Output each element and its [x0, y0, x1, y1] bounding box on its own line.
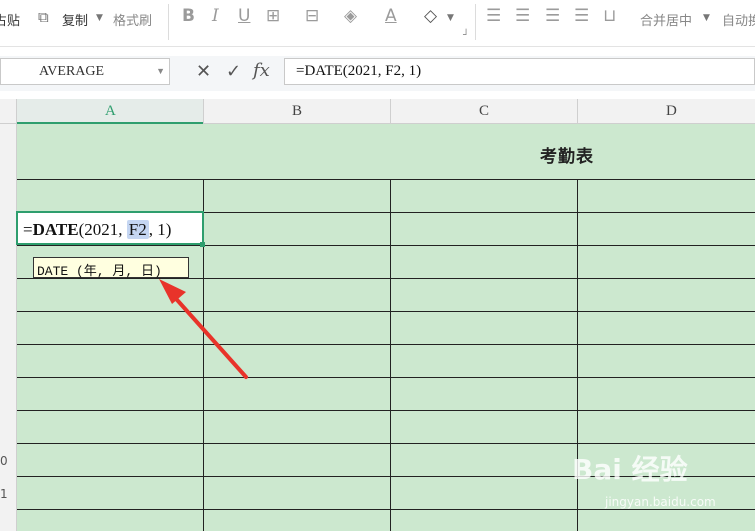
active-cell-editor[interactable]: =DATE(2021, F2, 1): [16, 211, 204, 245]
formula-input[interactable]: =DATE(2021, F2, 1): [284, 58, 755, 85]
column-header-b[interactable]: B: [292, 103, 302, 120]
row-number[interactable]: 1: [0, 487, 8, 501]
wrap-text-button[interactable]: 自动换: [722, 10, 755, 29]
confirm-icon[interactable]: ✓: [226, 61, 241, 82]
function-name: DATE: [32, 220, 79, 239]
column-header-c[interactable]: C: [479, 103, 489, 120]
insert-function-button[interactable]: fx: [253, 60, 270, 81]
chevron-down-icon[interactable]: ▼: [156, 66, 165, 76]
paste-button[interactable]: 占贴: [0, 10, 20, 29]
font-color-icon[interactable]: A: [385, 6, 397, 26]
copy-dropdown-icon[interactable]: ▼: [96, 13, 103, 23]
copy-icon[interactable]: ⧉: [38, 8, 49, 26]
baidu-watermark-url: jingyan.baidu.com: [605, 495, 716, 509]
grid-line: [17, 179, 755, 180]
grid-line: [17, 245, 755, 246]
grid-line: [17, 509, 755, 510]
justify-icon[interactable]: ☰: [574, 6, 589, 26]
row-header-bar: 0 1: [0, 124, 17, 531]
name-box[interactable]: AVERAGE ▼: [0, 58, 170, 85]
red-arrow-annotation: [159, 279, 248, 379]
column-header-bar: A B C D: [0, 99, 755, 124]
eraser-dropdown-icon[interactable]: ▼: [447, 13, 454, 23]
ribbon-separator: [475, 4, 476, 40]
font-group-expander-icon[interactable]: ┘: [463, 30, 469, 41]
italic-icon[interactable]: I: [212, 6, 219, 26]
merge-dropdown-icon[interactable]: ▼: [703, 13, 710, 23]
ribbon-separator: [168, 4, 169, 40]
underline-icon[interactable]: U: [238, 6, 250, 26]
cell-reference[interactable]: F2: [126, 220, 149, 239]
cancel-icon[interactable]: ✕: [196, 61, 211, 82]
grid-line: [17, 377, 755, 378]
column-header-d[interactable]: D: [666, 103, 677, 120]
align-middle-icon[interactable]: ☰: [515, 6, 530, 26]
distributed-icon[interactable]: ⊔: [603, 6, 616, 26]
tooltip-text: DATE (年, 月, 日): [37, 264, 162, 279]
ribbon-toolbar: 占贴 ⧉ 复制 ▼ 格式刷 B I U ⊞ ⊟ ◈ A ◇ ▼ ┘ ☰ ☰ ☰ …: [0, 0, 755, 47]
fill-handle[interactable]: [200, 242, 205, 247]
baidu-watermark-logo: Bai 经验: [572, 453, 688, 486]
align-top-icon[interactable]: ☰: [486, 6, 501, 26]
cell-formula: =DATE(2021, F2, 1): [23, 220, 172, 239]
eraser-icon[interactable]: ◇: [424, 6, 437, 26]
format-painter-button[interactable]: 格式刷: [113, 10, 152, 29]
row-number[interactable]: 0: [0, 454, 8, 468]
grid-line: [17, 344, 755, 345]
formula-text: =DATE(2021, F2, 1): [296, 63, 422, 79]
fill-color-icon[interactable]: ◈: [344, 6, 357, 26]
column-header-a[interactable]: A: [105, 103, 116, 120]
grid-line: [17, 410, 755, 411]
cell-style-icon[interactable]: ⊟: [305, 6, 319, 26]
align-bottom-icon[interactable]: ☰: [545, 6, 560, 26]
name-box-value: AVERAGE: [39, 64, 105, 79]
grid-line: [17, 443, 755, 444]
copy-button[interactable]: 复制: [62, 10, 88, 29]
grid-line: [390, 179, 391, 531]
grid-line: [17, 311, 755, 312]
merge-center-button[interactable]: 合并居中: [640, 10, 692, 29]
border-icon[interactable]: ⊞: [266, 6, 280, 26]
sheet-title[interactable]: 考勤表: [540, 142, 594, 167]
bold-icon[interactable]: B: [182, 6, 195, 26]
